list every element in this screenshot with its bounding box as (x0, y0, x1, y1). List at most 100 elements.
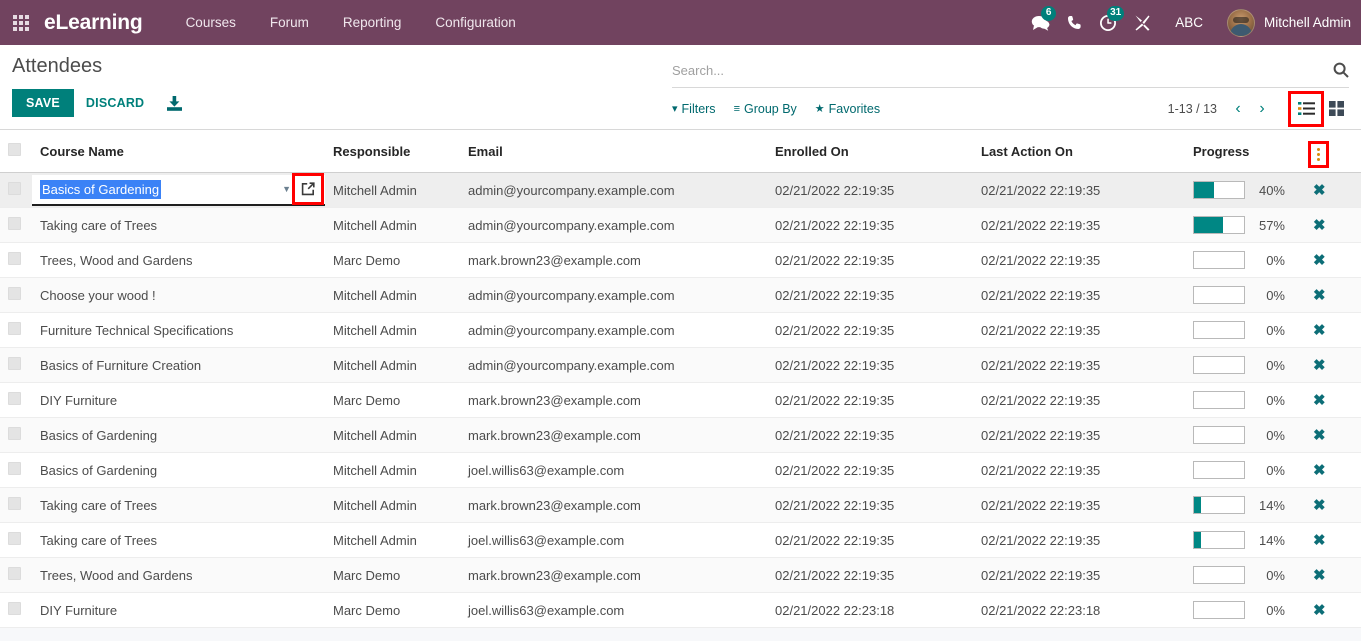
cell-responsible[interactable]: Mitchell Admin (325, 207, 460, 243)
cell-course-name[interactable]: Taking care of Trees (32, 522, 325, 558)
cell-course-name[interactable]: Trees, Wood and Gardens (32, 242, 325, 278)
row-checkbox[interactable] (8, 497, 21, 510)
cell-last-action-on[interactable]: 02/21/2022 22:23:18 (973, 592, 1185, 628)
header-progress[interactable]: Progress (1185, 130, 1305, 173)
progress-widget[interactable]: 57% (1193, 216, 1297, 234)
table-row[interactable]: Basics of Gardening Mitchell Admin mark.br… (0, 417, 1361, 453)
wrench-screwdriver-icon[interactable] (1125, 0, 1159, 45)
cell-course-name[interactable]: DIY Furniture (32, 592, 325, 628)
progress-widget[interactable]: 40% (1193, 181, 1297, 199)
progress-widget[interactable]: 0% (1193, 251, 1297, 269)
optional-columns-icon[interactable] (1308, 141, 1329, 168)
cell-responsible[interactable]: Mitchell Admin (325, 347, 460, 383)
cell-course-name[interactable]: DIY Furniture (32, 382, 325, 418)
search-input[interactable] (672, 62, 1325, 78)
save-button[interactable]: SAVE (12, 89, 74, 117)
filters-dropdown[interactable]: ▾ Filters (672, 98, 726, 120)
cell-last-action-on[interactable]: 02/21/2022 22:19:35 (973, 207, 1185, 243)
course-name-editor[interactable]: Basics of Gardening ▼ (32, 173, 325, 206)
search-icon[interactable] (1325, 62, 1349, 78)
cell-progress[interactable]: 0% (1185, 277, 1305, 313)
row-checkbox[interactable] (8, 567, 21, 580)
cell-email[interactable]: admin@yourcompany.example.com (460, 312, 767, 348)
cell-course-name[interactable]: Trees, Wood and Gardens (32, 557, 325, 593)
cell-progress[interactable]: 0% (1185, 452, 1305, 488)
progress-widget[interactable]: 14% (1193, 496, 1297, 514)
cell-course-name[interactable]: Furniture Technical Specifications (32, 312, 325, 348)
cell-progress[interactable]: 0% (1185, 382, 1305, 418)
kanban-view-icon[interactable] (1323, 96, 1349, 122)
progress-widget[interactable]: 0% (1193, 321, 1297, 339)
header-last-action-on[interactable]: Last Action On (973, 130, 1185, 173)
cell-responsible[interactable]: Mitchell Admin (325, 172, 460, 208)
progress-widget[interactable]: 0% (1193, 391, 1297, 409)
table-row[interactable]: Taking care of Trees Mitchell Admin joel.w… (0, 522, 1361, 558)
progress-widget[interactable]: 0% (1193, 601, 1297, 619)
cell-progress[interactable]: 0% (1185, 417, 1305, 453)
row-checkbox[interactable] (8, 217, 21, 230)
list-view-icon[interactable] (1288, 90, 1324, 127)
cell-progress[interactable]: 0% (1185, 592, 1305, 628)
remove-row-icon[interactable]: ✖ (1313, 463, 1326, 478)
row-checkbox[interactable] (8, 532, 21, 545)
cell-responsible[interactable]: Mitchell Admin (325, 277, 460, 313)
remove-row-icon[interactable]: ✖ (1313, 393, 1326, 408)
row-checkbox[interactable] (8, 392, 21, 405)
nav-menu-forum[interactable]: Forum (253, 0, 326, 45)
cell-email[interactable]: joel.willis63@example.com (460, 522, 767, 558)
table-row[interactable]: Basics of Furniture Creation Mitchell Adm… (0, 347, 1361, 383)
cell-responsible[interactable]: Marc Demo (325, 592, 460, 628)
remove-row-icon[interactable]: ✖ (1313, 253, 1326, 268)
discard-button[interactable]: DISCARD (74, 89, 156, 117)
nav-menu-courses[interactable]: Courses (169, 0, 253, 45)
chevron-right-icon[interactable]: › (1251, 96, 1273, 122)
download-icon[interactable] (166, 95, 183, 112)
cell-email[interactable]: mark.brown23@example.com (460, 417, 767, 453)
table-row[interactable]: DIY Furniture Marc Demo mark.brown23@examp… (0, 382, 1361, 418)
external-link-icon[interactable] (292, 173, 324, 205)
abc-company-label[interactable]: ABC (1159, 15, 1219, 30)
cell-email[interactable]: mark.brown23@example.com (460, 557, 767, 593)
cell-email[interactable]: admin@yourcompany.example.com (460, 277, 767, 313)
cell-email[interactable]: admin@yourcompany.example.com (460, 347, 767, 383)
table-row[interactable]: Taking care of Trees Mitchell Admin admin@… (0, 207, 1361, 243)
cell-progress[interactable]: 14% (1185, 487, 1305, 523)
header-responsible[interactable]: Responsible (325, 130, 460, 173)
row-checkbox[interactable] (8, 252, 21, 265)
cell-responsible[interactable]: Marc Demo (325, 242, 460, 278)
cell-course-name[interactable]: Basics of Gardening (32, 417, 325, 453)
remove-row-icon[interactable]: ✖ (1313, 218, 1326, 233)
cell-enrolled-on[interactable]: 02/21/2022 22:19:35 (767, 242, 973, 278)
row-checkbox[interactable] (8, 602, 21, 615)
cell-enrolled-on[interactable]: 02/21/2022 22:19:35 (767, 172, 973, 208)
progress-widget[interactable]: 0% (1193, 461, 1297, 479)
table-row[interactable]: Taking care of Trees Mitchell Admin mark.b… (0, 487, 1361, 523)
cell-enrolled-on[interactable]: 02/21/2022 22:19:35 (767, 277, 973, 313)
cell-last-action-on[interactable]: 02/21/2022 22:19:35 (973, 452, 1185, 488)
cell-responsible[interactable]: Marc Demo (325, 557, 460, 593)
user-menu[interactable]: Mitchell Admin (1219, 8, 1351, 37)
course-name-input-value[interactable]: Basics of Gardening (40, 179, 162, 199)
row-checkbox[interactable] (8, 427, 21, 440)
header-email[interactable]: Email (460, 130, 767, 173)
row-checkbox[interactable] (8, 322, 21, 335)
table-row[interactable]: Choose your wood ! Mitchell Admin admin@yo… (0, 277, 1361, 313)
cell-last-action-on[interactable]: 02/21/2022 22:19:35 (973, 487, 1185, 523)
progress-widget[interactable]: 14% (1193, 531, 1297, 549)
chevron-left-icon[interactable]: ‹ (1227, 96, 1249, 122)
cell-enrolled-on[interactable]: 02/21/2022 22:23:18 (767, 592, 973, 628)
cell-responsible[interactable]: Mitchell Admin (325, 487, 460, 523)
cell-course-name[interactable]: Taking care of Trees (32, 207, 325, 243)
nav-menu-configuration[interactable]: Configuration (418, 0, 532, 45)
remove-row-icon[interactable]: ✖ (1313, 428, 1326, 443)
cell-enrolled-on[interactable]: 02/21/2022 22:19:35 (767, 417, 973, 453)
header-course-name[interactable]: Course Name (32, 130, 325, 173)
cell-responsible[interactable]: Mitchell Admin (325, 312, 460, 348)
cell-last-action-on[interactable]: 02/21/2022 22:19:35 (973, 242, 1185, 278)
cell-progress[interactable]: 57% (1185, 207, 1305, 243)
progress-widget[interactable]: 0% (1193, 426, 1297, 444)
cell-last-action-on[interactable]: 02/21/2022 22:19:35 (973, 312, 1185, 348)
remove-row-icon[interactable]: ✖ (1313, 183, 1326, 198)
cell-last-action-on[interactable]: 02/21/2022 22:19:35 (973, 347, 1185, 383)
table-row[interactable]: Furniture Technical Specifications Mitche… (0, 312, 1361, 348)
